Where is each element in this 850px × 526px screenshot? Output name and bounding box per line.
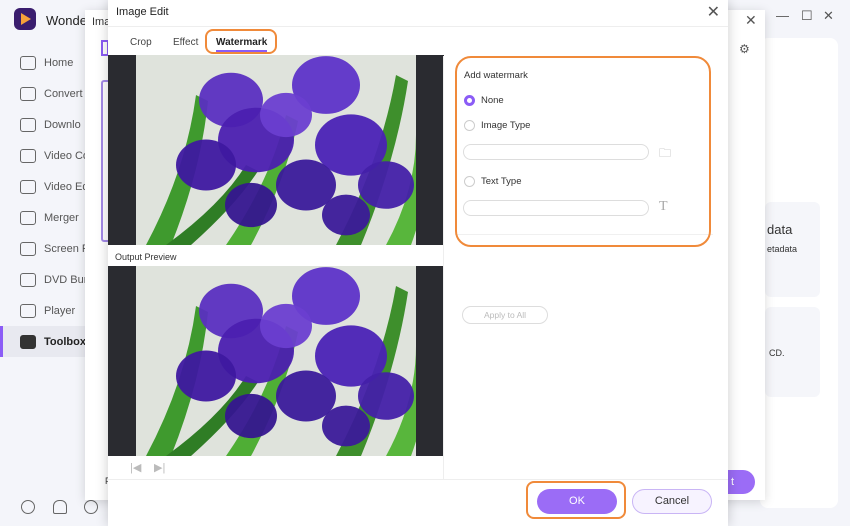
previous-button[interactable]: |◀	[130, 461, 141, 474]
background-card[interactable]: CD.	[765, 307, 820, 397]
tab-effect[interactable]: Effect	[173, 37, 198, 48]
iris-petal	[176, 350, 236, 402]
screen-recorder-icon	[20, 241, 36, 256]
original-preview	[108, 55, 444, 245]
help-icon[interactable]	[21, 500, 35, 514]
cancel-button[interactable]: Cancel	[632, 489, 712, 514]
card-subtitle: etadata	[767, 244, 798, 254]
sidebar-item-label: Merger	[44, 211, 79, 224]
iris-petal	[322, 194, 370, 236]
output-preview-label: Output Preview	[115, 252, 177, 262]
close-window-button[interactable]: ✕	[823, 8, 834, 24]
support-icon[interactable]	[84, 500, 98, 514]
iris-petal	[225, 393, 277, 439]
iris-petal	[260, 303, 312, 349]
tab-bar: Crop Effect Watermark	[108, 26, 728, 56]
sidebar-item-label: DVD Bur	[44, 273, 88, 286]
video-editor-icon	[20, 179, 36, 194]
iris-petal	[225, 182, 277, 228]
highlight-watermark-panel	[455, 56, 711, 247]
minimize-button[interactable]: —	[776, 8, 789, 23]
converter-icon	[20, 86, 36, 101]
settings-icon[interactable]: ⚙	[739, 42, 750, 56]
video-compressor-icon	[20, 148, 36, 163]
image-edit-dialog: Image Edit ✕ Crop Effect Watermark Outpu…	[108, 0, 728, 526]
home-icon	[20, 55, 36, 70]
maximize-button[interactable]: ☐	[801, 8, 813, 24]
bell-icon[interactable]	[53, 500, 67, 514]
app-logo	[14, 8, 36, 30]
highlight-watermark-tab	[205, 29, 277, 54]
dialog-title: Image Edit	[116, 6, 169, 18]
sidebar-item-label: Toolbox	[44, 335, 86, 348]
iris-petal	[260, 92, 312, 138]
ok-button[interactable]: OK	[537, 489, 617, 514]
iris-petal	[358, 161, 414, 209]
close-icon[interactable]: ✕	[707, 2, 720, 22]
merger-icon	[20, 210, 36, 225]
download-icon	[20, 117, 36, 132]
apply-to-all-button[interactable]: Apply to All	[462, 306, 548, 324]
output-preview	[108, 266, 444, 456]
sidebar-item-label: Downlo	[44, 118, 81, 131]
background-card[interactable]: data etadata	[765, 202, 820, 297]
iris-petal	[176, 139, 236, 191]
dialog-footer	[108, 479, 728, 480]
card-title: data	[767, 222, 793, 237]
card-text: CD.	[769, 348, 785, 358]
divider	[443, 56, 444, 479]
next-button[interactable]: ▶|	[154, 461, 165, 474]
player-icon	[20, 303, 36, 318]
iris-petal	[358, 372, 414, 420]
sidebar-item-label: Video Co	[44, 149, 90, 162]
sidebar-item-label: Player	[44, 304, 76, 317]
sidebar-item-label: Convert	[44, 87, 83, 100]
dvd-burner-icon	[20, 272, 36, 287]
tab-crop[interactable]: Crop	[130, 37, 152, 48]
sidebar-item-label: Screen R	[44, 242, 90, 255]
close-icon[interactable]: ✕	[745, 12, 757, 29]
sidebar-item-label: Video Ed	[44, 180, 89, 193]
toolbox-icon	[20, 334, 36, 349]
iris-petal	[322, 405, 370, 447]
sidebar-item-label: Home	[44, 56, 74, 69]
